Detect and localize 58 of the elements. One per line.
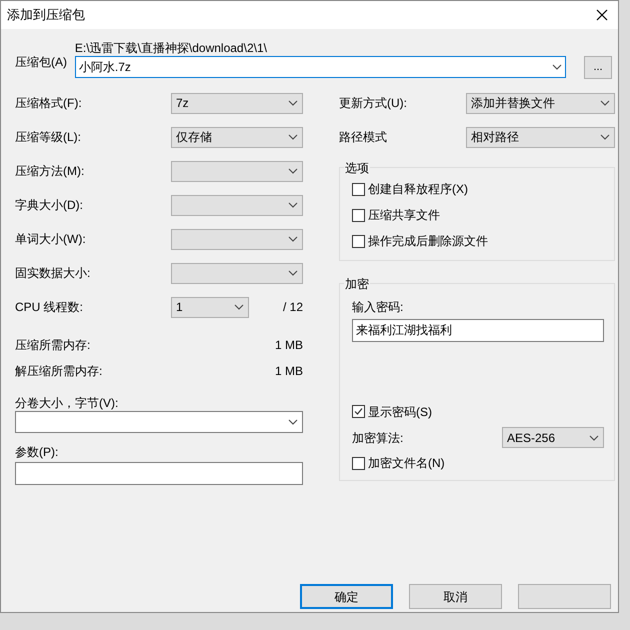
dialog-button[interactable]: 取消	[409, 584, 502, 609]
dropdown-caret-icon	[288, 236, 298, 242]
field-label: 更新方式(U):	[339, 95, 407, 112]
dropdown-caret-icon	[288, 270, 298, 276]
dropdown-caret-icon	[600, 100, 610, 106]
field-label: 压缩包(A)	[15, 54, 68, 71]
checkbox[interactable]	[352, 182, 365, 196]
browse-button[interactable]: ...	[584, 56, 612, 79]
password-field[interactable]: 来福利江湖找福利	[352, 318, 604, 342]
dropdown-caret-icon	[600, 134, 610, 140]
dropdown[interactable]: 添加并替换文件	[466, 92, 615, 114]
dropdown-caret-icon	[288, 100, 298, 106]
checkbox-label: 操作完成后删除源文件	[368, 233, 488, 250]
field-label: 单词大小(W):	[15, 231, 86, 248]
window-title: 添加到压缩包	[7, 6, 85, 24]
dropdown-caret-icon	[288, 202, 298, 208]
field-label: 分卷大小，字节(V):	[15, 395, 120, 411]
field-label: 固实数据大小:	[15, 265, 90, 282]
field-label: 压缩等级(L):	[15, 129, 81, 146]
dropdown[interactable]: 仅存储	[171, 126, 303, 148]
memory-value: 1 MB	[274, 363, 303, 380]
checkbox-label: 显示密码(S)	[368, 404, 432, 421]
parameters-field[interactable]	[15, 462, 303, 485]
dropdown-caret-icon	[234, 304, 244, 310]
dropdown-caret-icon	[288, 419, 298, 425]
dropdown-caret-icon	[288, 168, 298, 174]
field-label: 字典大小(D):	[15, 197, 83, 214]
field-label: 输入密码:	[352, 299, 404, 316]
field-label: 压缩格式(F):	[15, 95, 82, 112]
dropdown[interactable]: 1	[171, 296, 249, 318]
checkbox-label: 创建自释放程序(X)	[368, 181, 468, 198]
dialog-button[interactable]: 确定	[300, 584, 393, 609]
field-label: CPU 线程数:	[15, 299, 84, 316]
dropdown-caret-icon	[589, 434, 599, 440]
group-title: 选项	[344, 159, 370, 177]
dropdown-caret-icon	[552, 64, 562, 70]
checkbox[interactable]	[352, 405, 365, 418]
checkbox-label: 加密文件名(N)	[368, 455, 445, 472]
dropdown[interactable]: 7z	[171, 92, 303, 114]
checkbox[interactable]	[352, 208, 365, 222]
field-label: 压缩方法(M):	[15, 163, 84, 180]
dropdown[interactable]: AES-256	[502, 427, 604, 448]
dropdown[interactable]	[15, 411, 303, 433]
checkbox[interactable]	[352, 234, 365, 248]
field-label: 参数(P):	[15, 444, 60, 461]
thread-total: / 12	[282, 299, 303, 316]
close-icon[interactable]	[596, 9, 608, 21]
archive-name-field[interactable]: 小阿水.7z	[74, 56, 566, 78]
field-label: 加密算法:	[352, 430, 404, 446]
field-label: 路径模式	[339, 129, 387, 146]
path-text: E:\迅雷下载\直播神探\download\2\1\	[74, 40, 268, 56]
field-label: 解压缩所需内存:	[15, 363, 102, 380]
dropdown[interactable]: 相对路径	[466, 126, 615, 148]
checkbox-label: 压缩共享文件	[368, 207, 440, 224]
memory-value: 1 MB	[274, 337, 303, 354]
dropdown-caret-icon	[288, 134, 298, 140]
checkbox[interactable]	[352, 456, 365, 470]
field-label: 压缩所需内存:	[15, 337, 90, 354]
